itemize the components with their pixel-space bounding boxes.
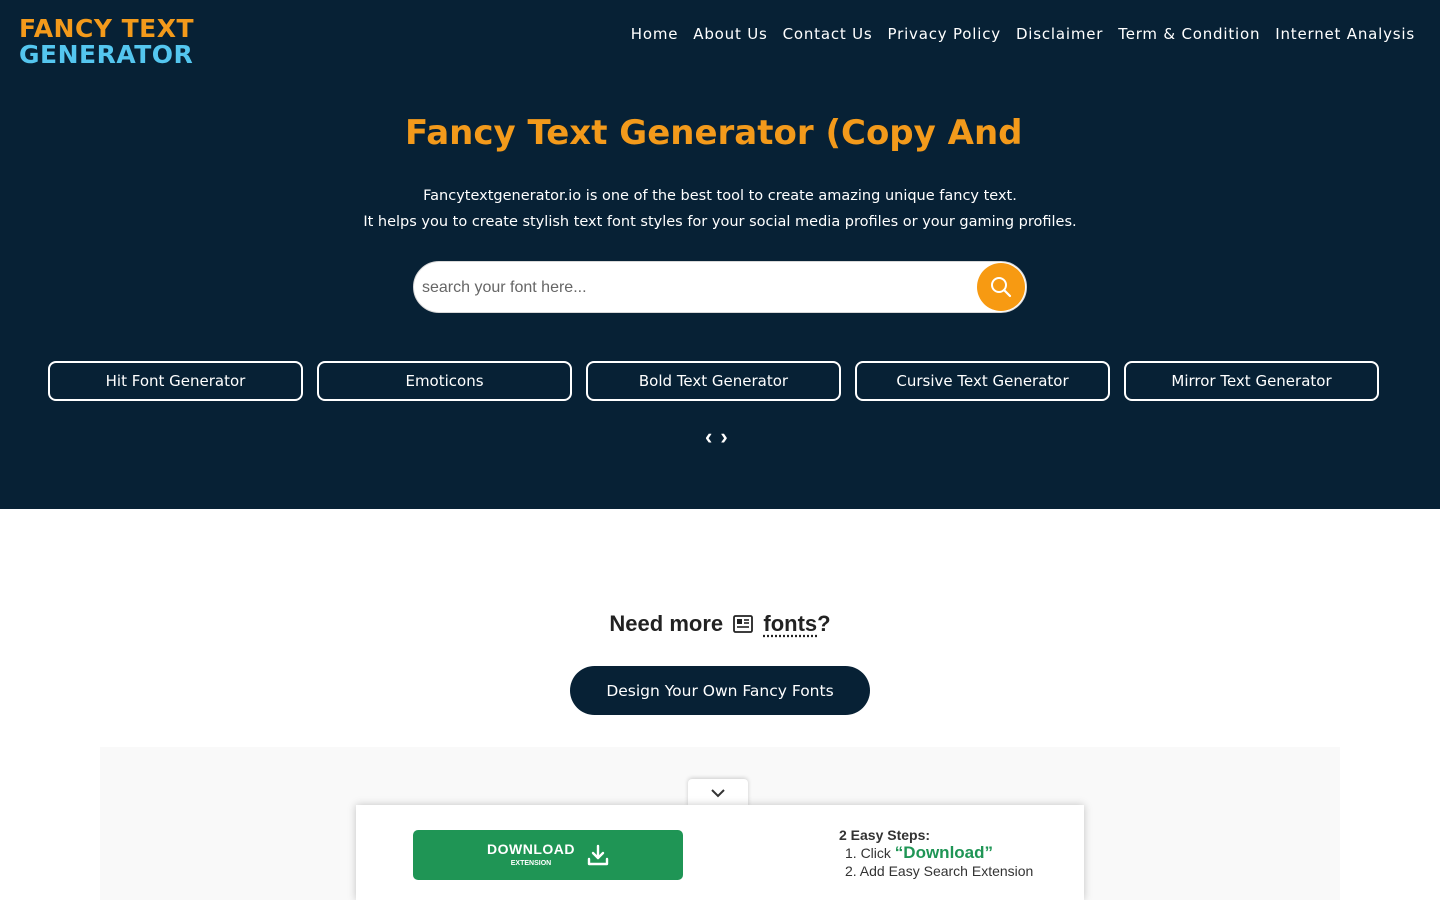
step-1-prefix: 1. Click	[845, 845, 895, 861]
chip-mirror-text-generator[interactable]: Mirror Text Generator	[1124, 361, 1379, 401]
download-extension-button[interactable]: DOWNLOAD EXTENSION	[413, 830, 683, 880]
extension-steps: 2 Easy Steps: 1. Click “Download” 2. Add…	[839, 826, 1069, 880]
search-icon	[991, 277, 1012, 298]
nav-home[interactable]: Home	[631, 24, 679, 44]
carousel-next-arrow[interactable]: ›	[720, 425, 727, 449]
search-bar	[413, 261, 1027, 313]
hero-description-2: It helps you to create stylish text font…	[363, 214, 1077, 230]
download-label-group: DOWNLOAD EXTENSION	[487, 841, 575, 869]
design-own-fonts-button[interactable]: Design Your Own Fancy Fonts	[570, 666, 870, 715]
font-carousel: Hit Font Generator Emoticons Bold Text G…	[48, 361, 1379, 401]
banner-collapse-toggle[interactable]	[688, 779, 748, 807]
logo-line-1: FANCY TEXT	[19, 14, 195, 43]
download-sublabel: EXTENSION	[510, 860, 552, 867]
download-label: DOWNLOAD	[487, 841, 575, 857]
nav-about-us[interactable]: About Us	[693, 24, 767, 44]
hero-description-1: Fancytextgenerator.io is one of the best…	[423, 188, 1017, 204]
nav-internet-analysis[interactable]: Internet Analysis	[1275, 24, 1415, 44]
chevron-down-icon	[711, 789, 725, 798]
nav-disclaimer[interactable]: Disclaimer	[1016, 24, 1103, 44]
chip-bold-text-generator[interactable]: Bold Text Generator	[586, 361, 841, 401]
step-1: 1. Click “Download”	[845, 844, 1069, 862]
steps-title: 2 Easy Steps:	[839, 827, 931, 843]
main-nav: Home About Us Contact Us Privacy Policy …	[631, 24, 1415, 44]
need-more-suffix: ?	[817, 611, 831, 636]
chip-emoticons[interactable]: Emoticons	[317, 361, 572, 401]
step-1-highlight: “Download”	[894, 843, 994, 862]
hero-section: FANCY TEXT GENERATOR Home About Us Conta…	[0, 0, 1440, 509]
nav-contact-us[interactable]: Contact Us	[783, 24, 873, 44]
search-button[interactable]	[977, 263, 1025, 311]
search-input[interactable]	[422, 274, 962, 302]
page-title: Fancy Text Generator (Copy And Paste)	[405, 113, 1035, 153]
site-logo[interactable]: FANCY TEXT GENERATOR	[19, 16, 219, 68]
need-more-prefix: Need more	[609, 611, 724, 636]
need-more-fonts-heading: Need more fonts?	[0, 610, 1440, 640]
carousel-arrows: ‹ ›	[705, 425, 728, 449]
fonts-link[interactable]: fonts	[763, 611, 817, 636]
newspaper-icon	[733, 612, 754, 640]
nav-privacy-policy[interactable]: Privacy Policy	[888, 24, 1001, 44]
nav-term-condition[interactable]: Term & Condition	[1118, 24, 1260, 44]
carousel-prev-arrow[interactable]: ‹	[705, 425, 712, 449]
step-2: 2. Add Easy Search Extension	[845, 863, 1034, 879]
chip-cursive-text-generator[interactable]: Cursive Text Generator	[855, 361, 1110, 401]
logo-line-2: GENERATOR	[19, 40, 194, 69]
chip-hit-font-generator[interactable]: Hit Font Generator	[48, 361, 303, 401]
download-icon	[587, 844, 609, 866]
